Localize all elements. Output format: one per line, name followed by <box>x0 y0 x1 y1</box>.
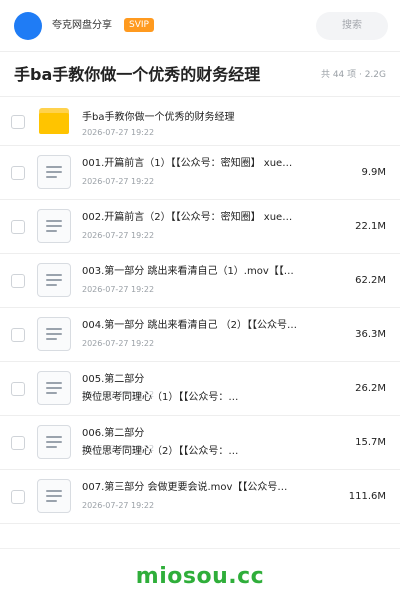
file-name: 004.第一部分 跳出来看清自己 （2）【【公众号… <box>82 320 297 331</box>
file-date: 2026-07-27 19:22 <box>82 231 155 240</box>
file-name: 001.开篇前言（1）【【公众号：密知圈】 xue… <box>82 158 293 169</box>
list-item[interactable]: 003.第一部分 跳出来看清自己（1）.mov【【… 2026-07-27 19… <box>0 254 400 308</box>
file-name-line-2: 换位思考同理心（1）【【公众号：… <box>82 392 239 403</box>
file-name: 005.第二部分 换位思考同理心（1）【【公众号：… <box>82 371 330 407</box>
file-name: 003.第一部分 跳出来看清自己（1）.mov【【… <box>82 266 294 277</box>
row-checkbox[interactable] <box>11 381 25 396</box>
watermark: miosou.cc <box>135 564 265 589</box>
list-item-folder[interactable]: 手ba手教你做一个优秀的财务经理 2026-07-27 19:22 <box>0 98 400 146</box>
row-checkbox[interactable] <box>11 165 25 180</box>
list-item[interactable]: 2026-07-27 19:22 006.第二部分 换位思考同理心（2）【【公众… <box>0 416 400 470</box>
file-count-summary: 共 44 项 · 2.2G <box>320 70 386 80</box>
list-item[interactable]: 002.开篇前言（2）【【公众号：密知圈】 xue… 2026-07-27 19… <box>0 200 400 254</box>
page-title: 手ba手教你做一个优秀的财务经理 <box>14 65 261 84</box>
folder-icon <box>39 108 69 134</box>
file-date: 2026-07-27 19:22 <box>82 177 155 186</box>
document-icon <box>37 479 71 513</box>
search-button[interactable]: 搜索 <box>316 12 388 40</box>
svip-badge: SVIP <box>124 18 154 32</box>
file-size: 9.9M <box>361 167 386 178</box>
user-name[interactable]: 夸克网盘分享 <box>52 18 112 34</box>
avatar[interactable] <box>14 12 42 40</box>
row-checkbox[interactable] <box>11 435 25 450</box>
file-size: 36.3M <box>355 329 386 340</box>
list-item[interactable]: 2026-07-27 19:22 005.第二部分 换位思考同理心（1）【【公众… <box>0 362 400 416</box>
title-bar: 手ba手教你做一个优秀的财务经理 共 44 项 · 2.2G <box>0 53 400 97</box>
list-item[interactable]: 001.开篇前言（1）【【公众号：密知圈】 xue… 2026-07-27 19… <box>0 146 400 200</box>
list-item[interactable]: 007.第三部分 会做更要会说.mov【【公众号… 2026-07-27 19:… <box>0 470 400 524</box>
footer: miosou.cc <box>0 548 400 600</box>
document-icon <box>37 425 71 459</box>
file-name-line-1: 006.第二部分 <box>82 428 145 439</box>
file-size: 62.2M <box>355 275 386 286</box>
row-checkbox[interactable] <box>11 327 25 342</box>
file-size: 111.6M <box>348 491 386 502</box>
file-name: 手ba手教你做一个优秀的财务经理 <box>82 112 235 123</box>
document-icon <box>37 263 71 297</box>
file-name-line-1: 005.第二部分 <box>82 374 145 385</box>
file-size: 26.2M <box>355 383 386 394</box>
document-icon <box>37 371 71 405</box>
file-name-line-2: 换位思考同理心（2）【【公众号：… <box>82 446 239 457</box>
list-item[interactable]: 004.第一部分 跳出来看清自己 （2）【【公众号… 2026-07-27 19… <box>0 308 400 362</box>
row-checkbox[interactable] <box>11 114 25 129</box>
row-checkbox[interactable] <box>11 219 25 234</box>
file-size: 15.7M <box>355 437 386 448</box>
file-date: 2026-07-27 19:22 <box>82 501 155 510</box>
file-size: 22.1M <box>355 221 386 232</box>
document-icon <box>37 209 71 243</box>
file-name: 006.第二部分 换位思考同理心（2）【【公众号：… <box>82 425 330 461</box>
row-checkbox[interactable] <box>11 489 25 504</box>
file-date: 2026-07-27 19:22 <box>82 339 155 348</box>
file-name: 007.第三部分 会做更要会说.mov【【公众号… <box>82 482 288 493</box>
document-icon <box>37 155 71 189</box>
row-checkbox[interactable] <box>11 273 25 288</box>
file-list: 手ba手教你做一个优秀的财务经理 2026-07-27 19:22 001.开篇… <box>0 98 400 524</box>
top-bar: 夸克网盘分享 SVIP 搜索 <box>0 0 400 52</box>
file-date: 2026-07-27 19:22 <box>82 128 155 137</box>
file-date: 2026-07-27 19:22 <box>82 285 155 294</box>
file-name: 002.开篇前言（2）【【公众号：密知圈】 xue… <box>82 212 293 223</box>
document-icon <box>37 317 71 351</box>
